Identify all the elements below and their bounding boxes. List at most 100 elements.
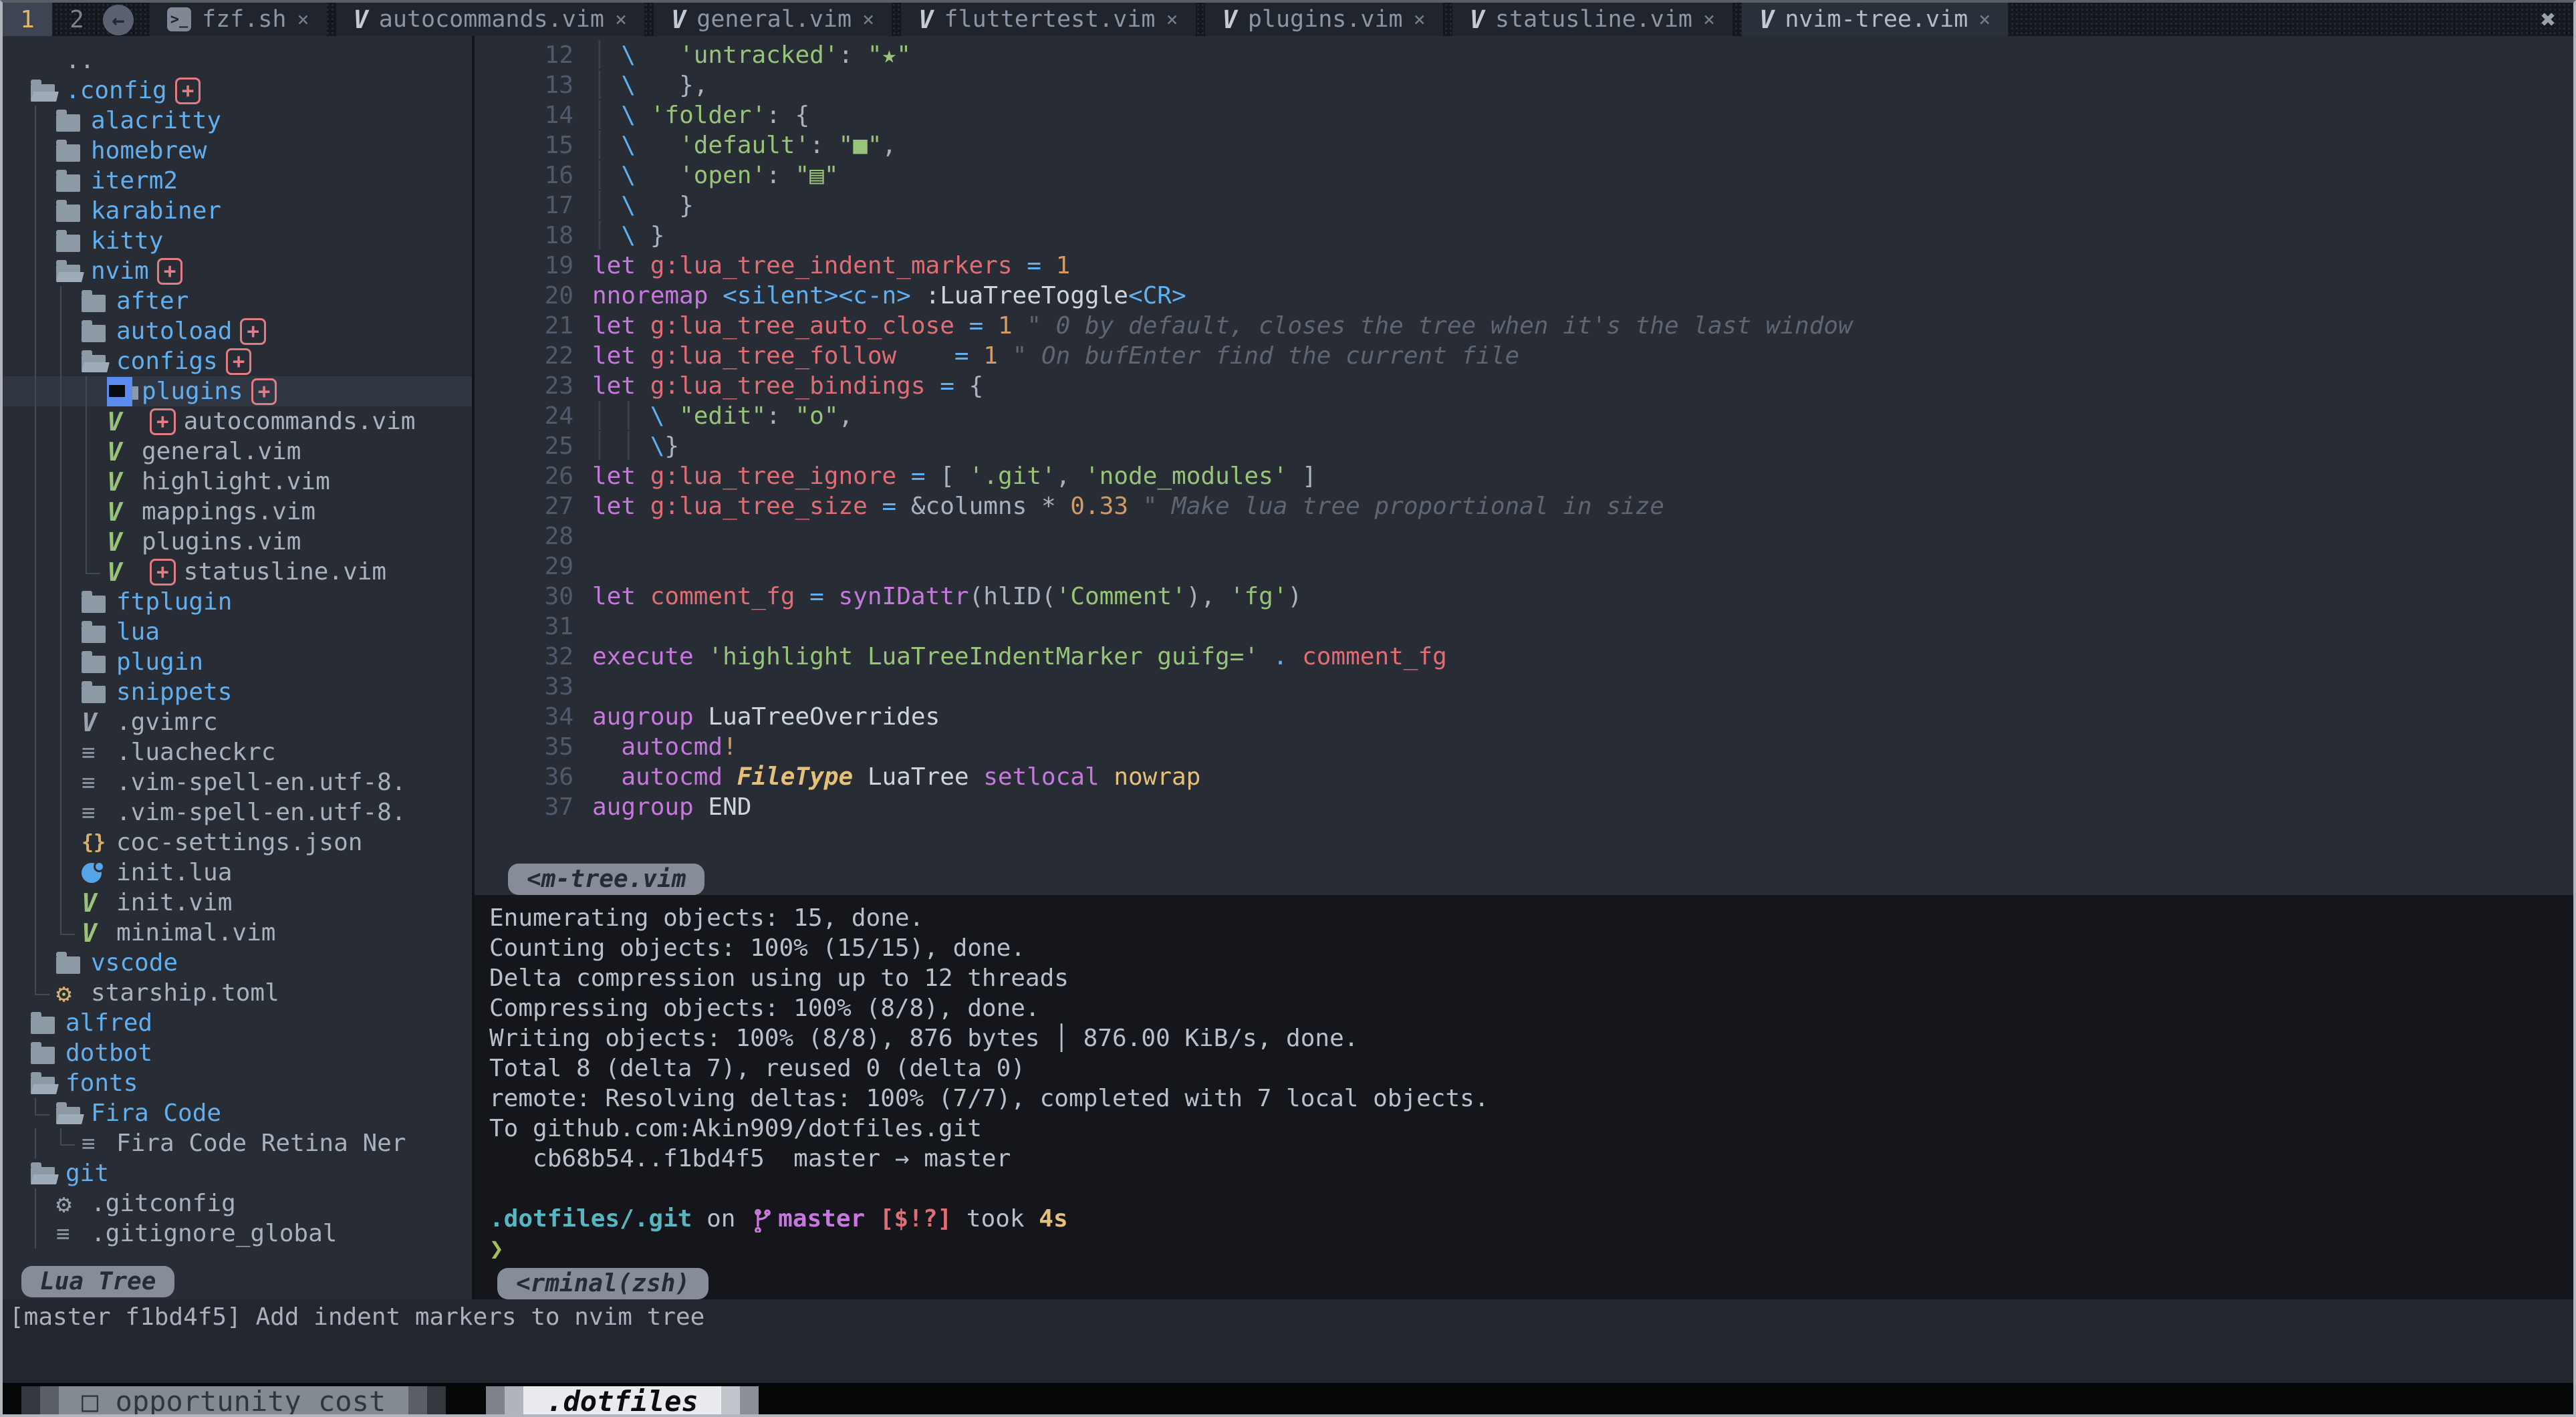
tree-item-.vim-spell-en.utf-8.[interactable]: ≡.vim-spell-en.utf-8. — [3, 797, 472, 827]
tab-plugins.vim[interactable]: Vplugins.vim× — [1205, 3, 1443, 36]
tree-item-label: highlight.vim — [142, 468, 330, 495]
tree-item-dotbot[interactable]: dotbot — [3, 1038, 472, 1068]
tree-item-configs[interactable]: configs+ — [3, 346, 472, 376]
vim-icon: V — [354, 5, 368, 34]
tree-item-init.lua[interactable]: init.lua — [3, 858, 472, 888]
tree-item-vscode[interactable]: vscode — [3, 948, 472, 978]
lua-file-icon — [82, 863, 102, 883]
indent-guide — [56, 767, 82, 797]
tab-label: autocommands.vim — [379, 6, 604, 33]
tree-item-Fira Code[interactable]: Fira Code — [3, 1098, 472, 1128]
tmux-status-bar: □ opportunity_cost .dotfiles — [3, 1383, 2573, 1417]
close-tab-icon[interactable]: × — [862, 8, 874, 31]
close-tab-icon[interactable]: × — [1166, 8, 1178, 31]
tree-item-.gvimrc[interactable]: V.gvimrc — [3, 707, 472, 737]
tab-nvim-tree.vim[interactable]: Vnvim-tree.vim× — [1742, 3, 2008, 36]
close-all-icon[interactable]: ✖ — [2541, 3, 2573, 36]
tree-item-minimal.vim[interactable]: Vminimal.vim — [3, 918, 472, 948]
tree-item-icon-slot — [56, 110, 91, 132]
sidebar-statusline-pill: Lua Tree — [21, 1266, 174, 1297]
tmux-window--opportunity_cost[interactable]: □ opportunity_cost — [21, 1386, 446, 1416]
tree-item-ftplugin[interactable]: ftplugin — [3, 587, 472, 617]
vim-icon: V — [918, 5, 933, 34]
tab-label: fzf.sh — [202, 6, 286, 33]
close-tab-icon[interactable]: × — [615, 8, 627, 31]
tree-item-plugin[interactable]: plugin — [3, 647, 472, 677]
folder-icon — [31, 1047, 55, 1064]
editor-pane[interactable]: 12│ \ 'untracked': "★"13│ \ },14│ \ 'fol… — [475, 36, 2573, 895]
tree-item-karabiner[interactable]: karabiner — [3, 196, 472, 226]
tree-item-alfred[interactable]: alfred — [3, 1008, 472, 1038]
line-number: 17 — [475, 192, 592, 222]
tmux-window-1-indicator[interactable]: 1 — [3, 3, 52, 36]
tree-item-kitty[interactable]: kitty — [3, 226, 472, 256]
tab-general.vim[interactable]: Vgeneral.vim× — [654, 3, 892, 36]
tree-item-.gitconfig[interactable]: ⚙.gitconfig — [3, 1188, 472, 1218]
folder-open-icon — [31, 84, 55, 102]
tab-fzf.sh[interactable]: >_fzf.sh× — [150, 3, 327, 36]
tree-item-mappings.vim[interactable]: Vmappings.vim — [3, 497, 472, 527]
tree-item-.luacheckrc[interactable]: ≡.luacheckrc — [3, 737, 472, 767]
tree-item-plugins.vim[interactable]: Vplugins.vim — [3, 527, 472, 557]
tree-item-icon-slot: ≡ — [82, 1130, 116, 1157]
close-tab-icon[interactable]: × — [1703, 8, 1715, 31]
tree-item-..[interactable]: .. — [3, 45, 472, 76]
tree-item-general.vim[interactable]: Vgeneral.vim — [3, 436, 472, 467]
tree-item-snippets[interactable]: snippets — [3, 677, 472, 707]
tree-item-statusline.vim[interactable]: V+statusline.vim — [3, 557, 472, 587]
code-tokens: │ \ } — [592, 192, 694, 222]
code-tokens: autocmd! — [592, 733, 737, 763]
tree-item-.config[interactable]: .config+ — [3, 76, 472, 106]
close-tab-icon[interactable]: × — [1978, 8, 1990, 31]
right-pane: 12│ \ 'untracked': "★"13│ \ },14│ \ 'fol… — [475, 36, 2573, 1299]
tree-item-autocommands.vim[interactable]: V+autocommands.vim — [3, 406, 472, 436]
tree-item-icon-slot — [82, 622, 116, 643]
tabbar-spacer — [2008, 3, 2541, 36]
tree-item-icon-slot: V — [82, 888, 116, 918]
vim-file-icon: V — [107, 557, 122, 587]
code-tokens: │ \ 'untracked': "★" — [592, 41, 911, 72]
indent-guide — [56, 707, 82, 737]
close-tab-icon[interactable]: × — [1414, 8, 1426, 31]
indent-guide — [31, 948, 56, 978]
line-number: 24 — [475, 402, 592, 432]
tree-item-after[interactable]: after — [3, 286, 472, 316]
tree-item-nvim[interactable]: nvim+ — [3, 256, 472, 286]
tree-item-starship.toml[interactable]: ⚙starship.toml — [3, 978, 472, 1008]
tree-item-.gitignore_global[interactable]: ≡.gitignore_global — [3, 1218, 472, 1249]
tmux-segment-stripe — [427, 1386, 446, 1416]
tree-item-homebrew[interactable]: homebrew — [3, 136, 472, 166]
tab-statusline.vim[interactable]: Vstatusline.vim× — [1452, 3, 1732, 36]
tree-item-.vim-spell-en.utf-8.[interactable]: ≡.vim-spell-en.utf-8. — [3, 767, 472, 797]
tree-item-coc-settings.json[interactable]: {}coc-settings.json — [3, 827, 472, 858]
tree-item-lua[interactable]: lua — [3, 617, 472, 647]
indent-guide — [31, 406, 56, 436]
tab-autocommands.vim[interactable]: Vautocommands.vim × — [336, 3, 645, 36]
tree-item-icon-slot — [82, 592, 116, 613]
indent-guide — [56, 557, 82, 587]
tmux-window-2-indicator[interactable]: 2 — [52, 3, 102, 36]
tree-item-init.vim[interactable]: Vinit.vim — [3, 888, 472, 918]
folder-icon — [56, 174, 80, 192]
back-arrow-icon[interactable]: ← — [103, 5, 134, 35]
vim-message-line: [master f1bd4f5] Add indent markers to n… — [3, 1299, 2573, 1383]
code-tokens: │ \ 'default': "■", — [592, 132, 896, 162]
code-tokens: │ \ } — [592, 222, 664, 252]
code-line-19: 19let g:lua_tree_indent_markers = 1 — [475, 252, 2573, 282]
line-number: 28 — [475, 523, 592, 553]
tree-item-iterm2[interactable]: iterm2 — [3, 166, 472, 196]
tree-item-git[interactable]: git — [3, 1158, 472, 1188]
tree-item-highlight.vim[interactable]: Vhighlight.vim — [3, 467, 472, 497]
terminal-pane[interactable]: Enumerating objects: 15, done.Counting o… — [475, 895, 2573, 1299]
tree-item-autoload[interactable]: autoload+ — [3, 316, 472, 346]
tmux-window--dotfiles[interactable]: .dotfiles — [486, 1386, 759, 1416]
tree-item-alacritty[interactable]: alacritty — [3, 106, 472, 136]
code-line-25: 25│ │ \} — [475, 432, 2573, 463]
tab-fluttertest.vim[interactable]: Vfluttertest.vim× — [901, 3, 1195, 36]
tree-item-Fira Code Retina Ner[interactable]: ≡Fira Code Retina Ner — [3, 1128, 472, 1158]
tree-item-fonts[interactable]: fonts — [3, 1068, 472, 1098]
close-tab-icon[interactable]: × — [297, 8, 309, 31]
tree-item-plugins[interactable]: plugins+ — [3, 376, 472, 406]
code-tokens: let g:lua_tree_auto_close = 1 " 0 by def… — [592, 312, 1853, 342]
folder-icon — [82, 626, 106, 643]
